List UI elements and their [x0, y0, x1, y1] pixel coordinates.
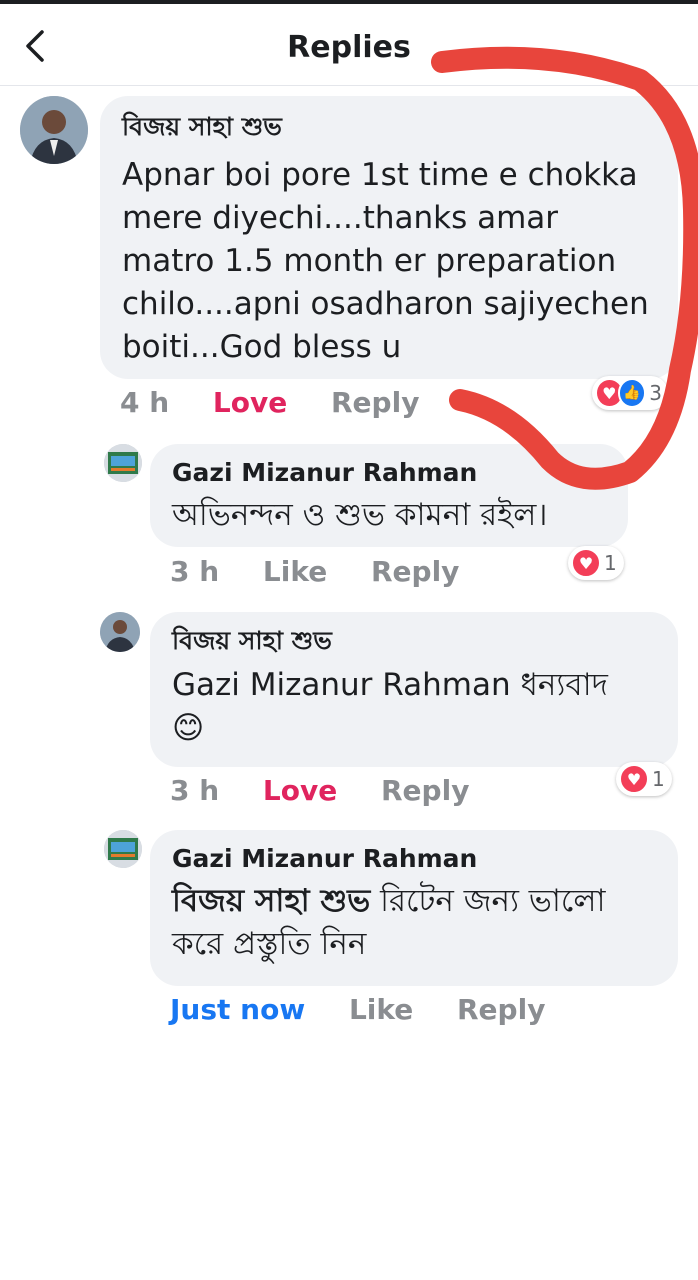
comment-text-content: Gazi Mizanur Rahman ধন্যবাদ: [172, 667, 608, 703]
like-button[interactable]: Like: [263, 555, 327, 588]
comment-bubble[interactable]: Gazi Mizanur Rahman অভিনন্দন ও শুভ কামনা…: [150, 444, 628, 547]
reaction-summary[interactable]: ♥ 👍 3: [592, 376, 668, 410]
header-bar: Replies: [0, 0, 698, 86]
comment-time: 3 h: [170, 774, 220, 807]
comment-actions: 3 h Like Reply: [170, 555, 493, 588]
heart-icon: ♥: [571, 548, 601, 578]
reaction-summary[interactable]: ♥ 1: [616, 762, 672, 796]
avatar[interactable]: [100, 612, 140, 652]
comment-bubble[interactable]: বিজয় সাহা শুভ Apnar boi pore 1st time e…: [100, 96, 678, 379]
love-button[interactable]: Love: [213, 386, 287, 419]
love-button[interactable]: Love: [263, 774, 337, 807]
mention-link[interactable]: বিজয় সাহা শুভ: [172, 883, 370, 919]
reply-button[interactable]: Reply: [331, 386, 419, 419]
heart-icon: ♥: [619, 764, 649, 794]
comment-author[interactable]: Gazi Mizanur Rahman: [172, 456, 606, 490]
reply-button[interactable]: Reply: [381, 774, 469, 807]
reaction-summary[interactable]: ♥ 1: [568, 546, 624, 580]
page-title: Replies: [287, 30, 411, 65]
comment-author[interactable]: বিজয় সাহা শুভ: [172, 624, 656, 658]
comment-bubble[interactable]: Gazi Mizanur Rahman বিজয় সাহা শুভ রিটেন…: [150, 830, 678, 986]
avatar[interactable]: [20, 96, 88, 164]
thumbs-up-icon: 👍: [617, 378, 647, 408]
comment-author[interactable]: Gazi Mizanur Rahman: [172, 842, 656, 876]
reply-button[interactable]: Reply: [457, 993, 545, 1026]
avatar[interactable]: [104, 444, 142, 482]
avatar[interactable]: [104, 830, 142, 868]
comment-actions: Just now Like Reply: [170, 993, 579, 1026]
comment-time: 4 h: [120, 386, 170, 419]
comment-text: Gazi Mizanur Rahman ধন্যবাদ 😊: [172, 664, 656, 750]
comment-text: বিজয় সাহা শুভ রিটেন জন্য ভালো করে প্রস্…: [172, 880, 656, 966]
smile-emoji-icon: 😊: [172, 710, 205, 746]
reaction-count: 1: [604, 551, 617, 575]
comment-actions: 4 h Love Reply: [120, 386, 453, 419]
reaction-count: 1: [652, 767, 665, 791]
reaction-count: 3: [649, 381, 662, 405]
comment-actions: 3 h Love Reply: [170, 774, 503, 807]
comment-bubble[interactable]: বিজয় সাহা শুভ Gazi Mizanur Rahman ধন্যব…: [150, 612, 678, 767]
comment-text: অভিনন্দন ও শুভ কামনা রইল।: [172, 497, 548, 533]
comment-text: Apnar boi pore 1st time e chokka mere di…: [122, 157, 649, 365]
comment-time: 3 h: [170, 555, 220, 588]
comment-time: Just now: [170, 993, 306, 1026]
like-button[interactable]: Like: [349, 993, 413, 1026]
comment-author[interactable]: বিজয় সাহা শুভ: [122, 110, 656, 144]
reply-button[interactable]: Reply: [371, 555, 459, 588]
